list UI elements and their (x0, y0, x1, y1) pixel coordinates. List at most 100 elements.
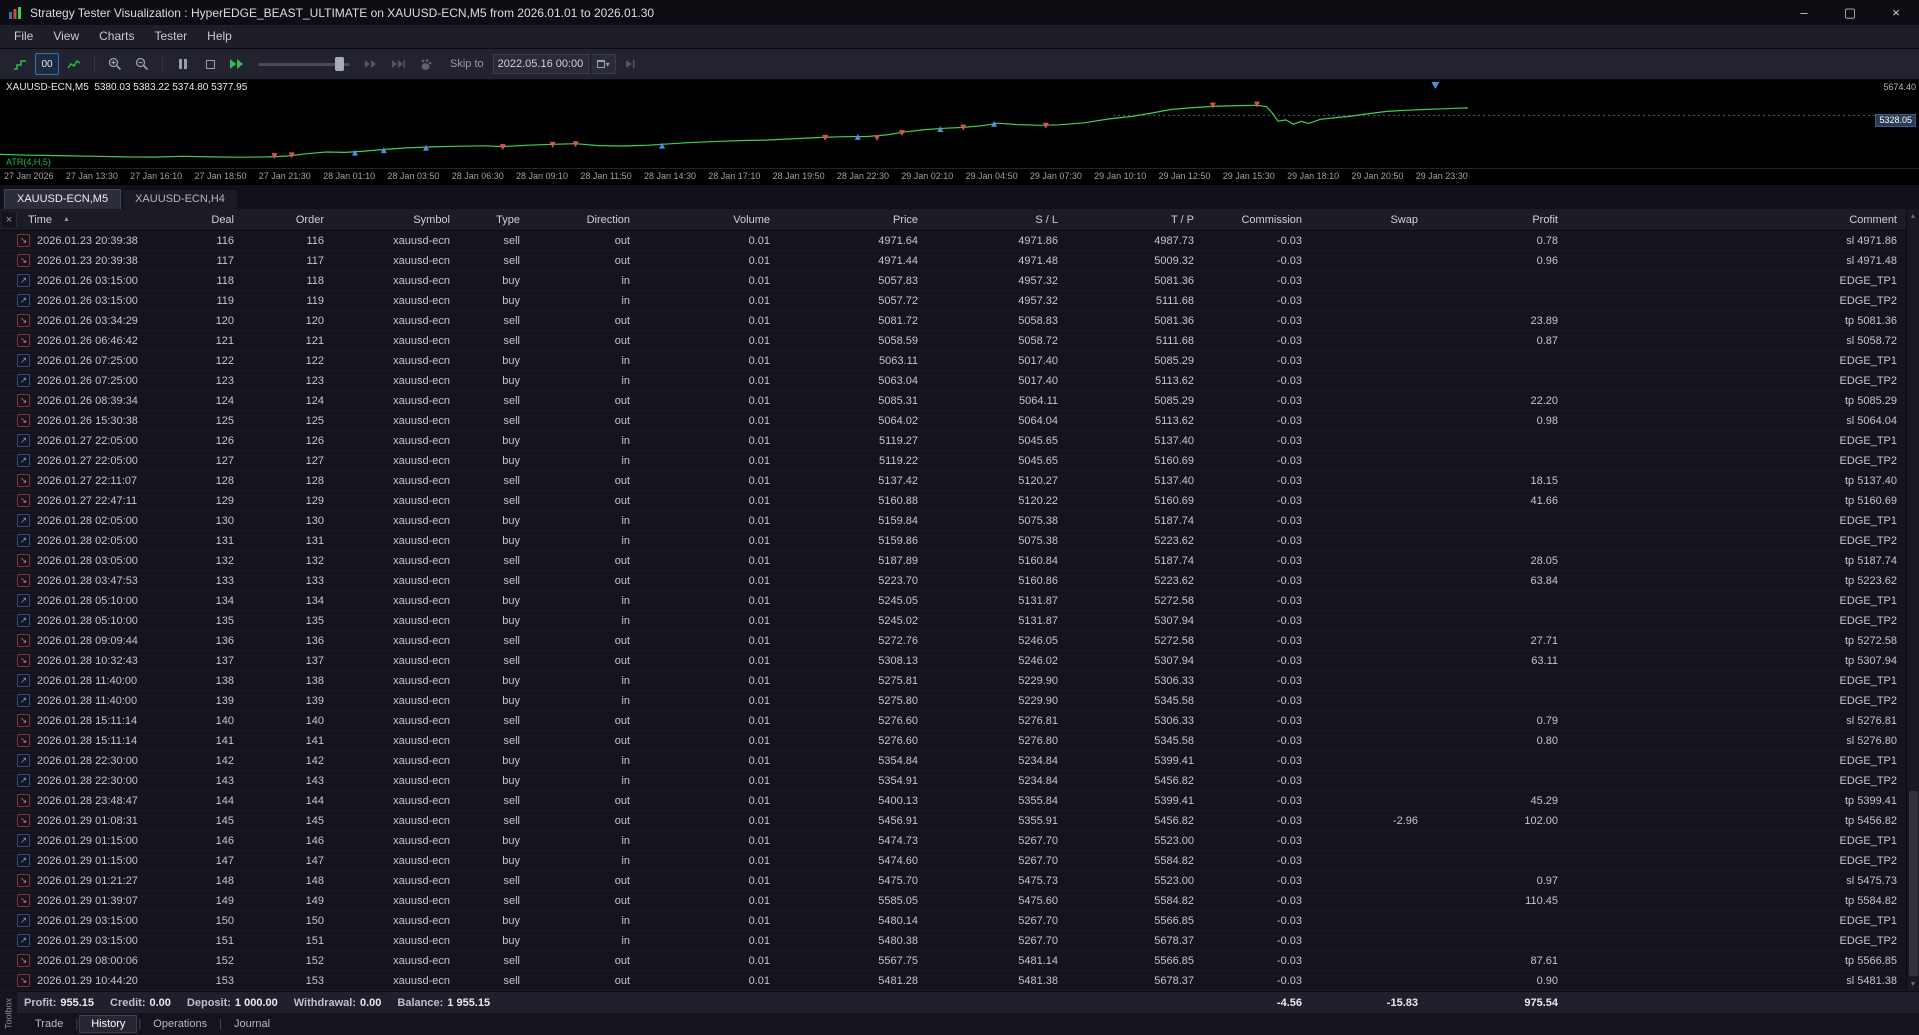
column-header-comment[interactable]: Comment (1570, 214, 1919, 226)
column-header-time[interactable]: × Time ▲ (0, 212, 168, 227)
table-row[interactable]: ↘ 2026.01.28 03:05:00 132 132 xauusd-ecn… (0, 551, 1919, 571)
tab-journal[interactable]: Journal (223, 1016, 281, 1032)
table-row[interactable]: ↗ 2026.01.29 03:15:00 150 150 xauusd-ecn… (0, 911, 1919, 931)
cell-type: buy (502, 294, 520, 307)
column-header-symbol[interactable]: Symbol (336, 214, 462, 226)
frame-delay-button[interactable]: 00 (35, 53, 59, 75)
table-row[interactable]: ↗ 2026.01.29 01:15:00 146 146 xauusd-ecn… (0, 831, 1919, 851)
table-row[interactable]: ↗ 2026.01.26 03:15:00 118 118 xauusd-ecn… (0, 271, 1919, 291)
speed-slider[interactable] (258, 53, 350, 75)
slider-handle[interactable] (335, 57, 345, 71)
menu-charts[interactable]: Charts (89, 25, 144, 48)
table-row[interactable]: ↘ 2026.01.28 03:47:53 133 133 xauusd-ecn… (0, 571, 1919, 591)
table-row[interactable]: ↘ 2026.01.27 22:11:07 128 128 xauusd-ecn… (0, 471, 1919, 491)
table-row[interactable]: ↘ 2026.01.28 10:32:43 137 137 xauusd-ecn… (0, 651, 1919, 671)
deal-direction-icon: ↗ (17, 514, 30, 527)
table-row[interactable]: ↗ 2026.01.29 03:15:00 151 151 xauusd-ecn… (0, 931, 1919, 951)
cell-tp: 5456.82 (1154, 774, 1194, 787)
table-row[interactable]: ↘ 2026.01.29 01:21:27 148 148 xauusd-ecn… (0, 871, 1919, 891)
column-header-type[interactable]: Type (462, 214, 532, 226)
chart-tab-xauusd-ecn-m5[interactable]: XAUUSD-ECN,M5 (4, 189, 122, 209)
maximize-button[interactable]: ▢ (1827, 0, 1873, 25)
table-row[interactable]: ↘ 2026.01.28 15:11:14 140 140 xauusd-ecn… (0, 711, 1919, 731)
table-row[interactable]: ↘ 2026.01.23 20:39:38 116 116 xauusd-ecn… (0, 231, 1919, 251)
step-chart-icon[interactable] (8, 53, 32, 75)
scroll-thumb[interactable] (1909, 791, 1918, 976)
column-header-swap[interactable]: Swap (1314, 214, 1430, 226)
table-row[interactable]: ↘ 2026.01.26 06:46:42 121 121 xauusd-ecn… (0, 331, 1919, 351)
swap-total: -15.83 (1386, 996, 1418, 1009)
chart-tab-xauusd-ecn-h4[interactable]: XAUUSD-ECN,H4 (123, 190, 237, 209)
menu-tester[interactable]: Tester (144, 25, 197, 48)
zoom-out-button[interactable] (130, 53, 154, 75)
close-panel-button[interactable]: × (2, 212, 17, 227)
tab-trade[interactable]: Trade (24, 1016, 74, 1032)
cell-time-text: 2026.01.28 03:05:00 (37, 554, 138, 567)
table-row[interactable]: ↗ 2026.01.28 11:40:00 139 139 xauusd-ecn… (0, 691, 1919, 711)
column-header-direction[interactable]: Direction (532, 214, 642, 226)
column-header-volume[interactable]: Volume (642, 214, 782, 226)
menu-help[interactable]: Help (197, 25, 242, 48)
cell-time: ↗ 2026.01.28 11:40:00 (0, 674, 168, 687)
table-row[interactable]: ↗ 2026.01.28 11:40:00 138 138 xauusd-ecn… (0, 671, 1919, 691)
skip-forward-icon[interactable] (359, 53, 383, 75)
menu-file[interactable]: File (4, 25, 43, 48)
skip-to-end-icon[interactable] (386, 53, 410, 75)
table-row[interactable]: ↘ 2026.01.28 15:11:14 141 141 xauusd-ecn… (0, 731, 1919, 751)
column-header-commission[interactable]: Commission (1206, 214, 1314, 226)
deal-direction-icon: ↘ (17, 974, 30, 987)
table-row[interactable]: ↗ 2026.01.28 02:05:00 130 130 xauusd-ecn… (0, 511, 1919, 531)
column-header-tp[interactable]: T / P (1070, 214, 1206, 226)
column-header-sl[interactable]: S / L (930, 214, 1070, 226)
menu-view[interactable]: View (43, 25, 89, 48)
table-row[interactable]: ↗ 2026.01.27 22:05:00 126 126 xauusd-ecn… (0, 431, 1919, 451)
tab-operations[interactable]: Operations (142, 1016, 218, 1032)
pause-button[interactable] (171, 53, 195, 75)
table-row[interactable]: ↘ 2026.01.29 01:08:31 145 145 xauusd-ecn… (0, 811, 1919, 831)
stop-button[interactable] (198, 53, 222, 75)
table-row[interactable]: ↘ 2026.01.28 23:48:47 144 144 xauusd-ecn… (0, 791, 1919, 811)
cell-direction: in (621, 594, 630, 607)
table-row[interactable]: ↘ 2026.01.27 22:47:11 129 129 xauusd-ecn… (0, 491, 1919, 511)
calendar-dropdown-button[interactable]: ▾ (591, 54, 616, 74)
table-row[interactable]: ↗ 2026.01.28 05:10:00 134 134 xauusd-ecn… (0, 591, 1919, 611)
cell-deal: 137 (215, 654, 234, 667)
table-row[interactable]: ↘ 2026.01.29 08:00:06 152 152 xauusd-ecn… (0, 951, 1919, 971)
cell-volume: 0.01 (748, 374, 770, 387)
pan-hand-icon[interactable] (413, 53, 437, 75)
cell-symbol: xauusd-ecn (393, 334, 450, 347)
table-row[interactable]: ↗ 2026.01.26 07:25:00 123 123 xauusd-ecn… (0, 371, 1919, 391)
zoom-in-button[interactable] (103, 53, 127, 75)
visual-chart[interactable]: XAUUSD-ECN,M5 5380.03 5383.22 5374.80 53… (0, 80, 1919, 168)
table-row[interactable]: ↗ 2026.01.26 03:15:00 119 119 xauusd-ecn… (0, 291, 1919, 311)
step-forward-icon[interactable] (619, 53, 643, 75)
table-row[interactable]: ↗ 2026.01.28 22:30:00 143 143 xauusd-ecn… (0, 771, 1919, 791)
table-scrollbar[interactable]: ▲ ▼ (1906, 209, 1919, 991)
column-header-order[interactable]: Order (246, 214, 336, 226)
skip-to-date-input[interactable] (492, 54, 589, 74)
scroll-up-icon[interactable]: ▲ (1907, 209, 1919, 223)
table-row[interactable]: ↗ 2026.01.29 01:15:00 147 147 xauusd-ecn… (0, 851, 1919, 871)
table-row[interactable]: ↘ 2026.01.26 08:39:34 124 124 xauusd-ecn… (0, 391, 1919, 411)
cell-time: ↗ 2026.01.28 22:30:00 (0, 754, 168, 767)
table-row[interactable]: ↘ 2026.01.28 09:09:44 136 136 xauusd-ecn… (0, 631, 1919, 651)
table-row[interactable]: ↘ 2026.01.29 10:44:20 153 153 xauusd-ecn… (0, 971, 1919, 991)
tab-history[interactable]: History (79, 1015, 138, 1033)
scroll-down-icon[interactable]: ▼ (1907, 977, 1919, 991)
table-row[interactable]: ↗ 2026.01.26 07:25:00 122 122 xauusd-ecn… (0, 351, 1919, 371)
table-row[interactable]: ↗ 2026.01.27 22:05:00 127 127 xauusd-ecn… (0, 451, 1919, 471)
column-header-price[interactable]: Price (782, 214, 930, 226)
column-header-deal[interactable]: Deal (168, 214, 246, 226)
line-chart-icon[interactable] (62, 53, 86, 75)
minimize-button[interactable]: – (1781, 0, 1827, 25)
table-row[interactable]: ↘ 2026.01.29 01:39:07 149 149 xauusd-ecn… (0, 891, 1919, 911)
fast-forward-button[interactable] (225, 53, 249, 75)
column-header-profit[interactable]: Profit (1430, 214, 1570, 226)
close-button[interactable]: × (1873, 0, 1919, 25)
table-row[interactable]: ↗ 2026.01.28 02:05:00 131 131 xauusd-ecn… (0, 531, 1919, 551)
table-row[interactable]: ↗ 2026.01.28 22:30:00 142 142 xauusd-ecn… (0, 751, 1919, 771)
table-row[interactable]: ↘ 2026.01.23 20:39:38 117 117 xauusd-ecn… (0, 251, 1919, 271)
table-row[interactable]: ↘ 2026.01.26 15:30:38 125 125 xauusd-ecn… (0, 411, 1919, 431)
table-row[interactable]: ↗ 2026.01.28 05:10:00 135 135 xauusd-ecn… (0, 611, 1919, 631)
table-row[interactable]: ↘ 2026.01.26 03:34:29 120 120 xauusd-ecn… (0, 311, 1919, 331)
